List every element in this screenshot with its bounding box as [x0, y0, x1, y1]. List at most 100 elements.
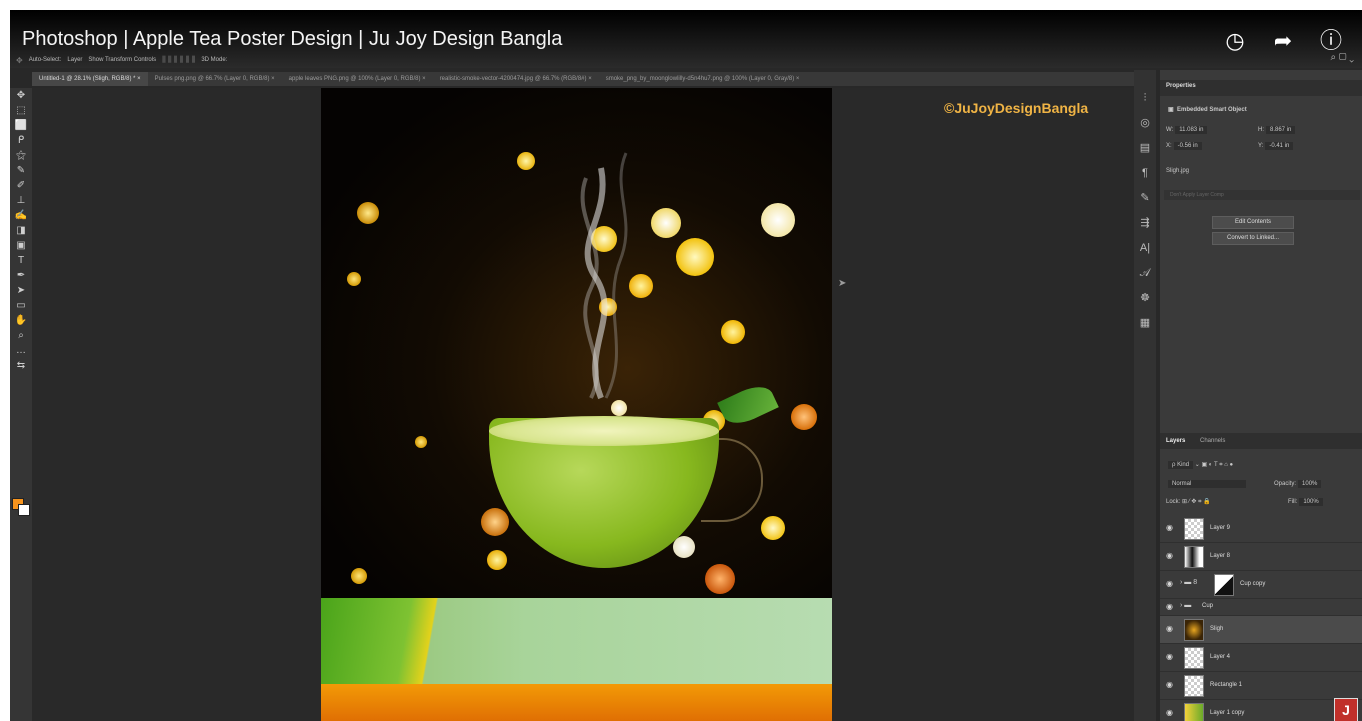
bokeh-light [651, 208, 681, 238]
adjustments-icon[interactable]: ⇶ [1140, 213, 1149, 233]
layer-row[interactable]: ◉ Layer 8 [1160, 543, 1362, 571]
move-icon[interactable]: ✥ [10, 88, 32, 103]
character-icon[interactable]: A| [1140, 238, 1150, 258]
3d-mode-label: 3D Mode: [201, 57, 228, 63]
background-color[interactable] [18, 504, 30, 516]
bokeh-light [673, 536, 695, 558]
clock-icon[interactable]: ◷ [1222, 28, 1248, 54]
marquee-icon[interactable]: ⬜ [10, 118, 32, 133]
align-icons[interactable]: ⫼ ⫼ ⫼ ⫼ ⫼ ⫼ [162, 55, 195, 65]
glyphs-icon[interactable]: 𝒜 [1140, 263, 1150, 283]
tab-realistic-smoke[interactable]: realistic-smoke-vector-4200474.jpg @ 66.… [433, 72, 599, 86]
layers-tabs: Layers Channels [1160, 433, 1362, 449]
width-field[interactable]: W: 11.083 in [1166, 126, 1208, 134]
tab-channels[interactable]: Channels [1200, 438, 1225, 444]
close-icon[interactable]: × [137, 76, 141, 82]
zoom-icon[interactable]: ⌕ [10, 328, 32, 343]
properties-tab[interactable]: Properties [1160, 80, 1362, 96]
rectangle-icon[interactable]: ▭ [10, 298, 32, 313]
workspace-icons[interactable]: ⌕ ▢ ⌄ [1331, 52, 1355, 63]
fill-field[interactable]: Fill: 100% [1288, 498, 1323, 506]
opacity-field[interactable]: Opacity: 100% [1274, 480, 1322, 488]
magic-wand-icon[interactable]: ⚝ [10, 148, 32, 163]
layer-thumbnail [1184, 703, 1204, 721]
eye-icon[interactable]: ◉ [1166, 652, 1173, 661]
layer-row-selected[interactable]: ◉ Sligh [1160, 616, 1362, 644]
swatches-icon[interactable]: ▤ [1140, 138, 1150, 158]
history-brush-icon[interactable]: ✍ [10, 208, 32, 223]
eye-icon[interactable]: ◉ [1166, 680, 1173, 689]
eye-icon[interactable]: ◉ [1166, 523, 1173, 532]
artboard-icon[interactable]: ⬚ [10, 103, 32, 118]
tab-smoke-png[interactable]: smoke_png_by_moonglowlilly-d5n4hu7.png @… [599, 72, 807, 86]
layer-comp-select[interactable]: Don't Apply Layer Comp [1164, 190, 1360, 200]
tab-pulses[interactable]: Pulses png.png @ 66.7% (Layer 0, RGB/8) … [148, 72, 282, 86]
type-icon[interactable]: T [10, 253, 32, 268]
filter-icons[interactable]: ⌄ ▣ ◐ T ⌗ ⌂ ● [1195, 462, 1233, 468]
auto-select-target[interactable]: Layer [67, 57, 82, 63]
height-field[interactable]: H: 8.867 in [1258, 126, 1296, 134]
path-select-icon[interactable]: ➤ [10, 283, 32, 298]
lock-options[interactable]: Lock: ⊞ ⁄ ✥ ⌗ 🔒 [1166, 498, 1211, 506]
layer-row[interactable]: ◉ › ▬ Cup [1160, 599, 1362, 616]
x-field[interactable]: X: -0.56 in [1166, 142, 1202, 150]
share-icon[interactable]: ➦ [1270, 28, 1296, 54]
eye-icon[interactable]: ◉ [1166, 579, 1173, 588]
close-icon[interactable]: × [796, 76, 800, 82]
eye-icon[interactable]: ◉ [1166, 551, 1173, 560]
hand-icon[interactable]: ✋ [10, 313, 32, 328]
info-icon[interactable]: ⓘ [1318, 28, 1344, 54]
layer-row[interactable]: ◉ › ▬ 8 Cup copy [1160, 571, 1362, 599]
more-tools-icon[interactable]: … [10, 343, 32, 358]
eye-icon[interactable]: ◉ [1166, 708, 1173, 717]
color-wheel-icon[interactable]: ◎ [1140, 113, 1150, 133]
layer-row[interactable]: ◉ Layer 1 copy [1160, 700, 1362, 721]
bokeh-light [517, 152, 535, 170]
history-icon[interactable]: ⫶ [1144, 88, 1147, 108]
video-frame: Photoshop | Apple Tea Poster Design | Ju… [10, 10, 1362, 721]
tools-panel: ✥ ⬚ ⬜ ᑭ ⚝ ✎ ✐ ⊥ ✍ ◨ ▣ T ✒ ➤ ▭ ✋ ⌕ … ⇆ [10, 88, 32, 721]
bokeh-light [791, 404, 817, 430]
gradient-icon[interactable]: ▣ [10, 238, 32, 253]
paragraph-icon[interactable]: ¶ [1142, 163, 1148, 183]
tab-layers[interactable]: Layers [1166, 438, 1185, 444]
options-bar: ✥ Auto-Select: Layer Show Transform Cont… [10, 52, 1362, 68]
layer-filter[interactable]: ρ Kind ⌄ ▣ ◐ T ⌗ ⌂ ● [1166, 461, 1233, 469]
lasso-icon[interactable]: ᑭ [10, 133, 32, 148]
folder-icon[interactable]: › ▬ 8 [1180, 579, 1197, 586]
channel-logo[interactable]: J [1334, 698, 1358, 721]
layer-row[interactable]: ◉ Layer 9 [1160, 515, 1362, 543]
eraser-icon[interactable]: ◨ [10, 223, 32, 238]
video-title[interactable]: Photoshop | Apple Tea Poster Design | Ju… [22, 28, 562, 51]
move-tool-icon[interactable]: ✥ [16, 56, 23, 65]
brush-icon[interactable]: ✐ [10, 178, 32, 193]
edit-contents-button[interactable]: Edit Contents [1212, 216, 1294, 229]
grid-icon[interactable]: ▦ [1140, 313, 1150, 333]
close-icon[interactable]: × [271, 76, 275, 82]
layer-row[interactable]: ◉ Rectangle 1 [1160, 672, 1362, 700]
tab-apple-leaves[interactable]: apple leaves PNG.png @ 100% (Layer 0, RG… [282, 72, 433, 86]
3d-icon[interactable]: ☸ [1140, 288, 1150, 308]
bokeh-light [351, 568, 367, 584]
y-field[interactable]: Y: -0.41 in [1258, 142, 1294, 150]
show-transform-controls[interactable]: Show Transform Controls [88, 57, 156, 63]
layer-thumbnail [1184, 647, 1204, 669]
auto-select-checkbox[interactable]: Auto-Select: [29, 57, 62, 63]
blend-mode-select[interactable]: Normal [1166, 480, 1246, 488]
layer-row[interactable]: ◉ Layer 4 [1160, 644, 1362, 672]
close-icon[interactable]: × [588, 76, 592, 82]
folder-icon[interactable]: › ▬ [1180, 602, 1191, 609]
eye-icon[interactable]: ◉ [1166, 624, 1173, 633]
swap-colors-icon[interactable]: ⇆ [10, 358, 32, 373]
pen-icon[interactable]: ✒ [10, 268, 32, 283]
convert-to-linked-button[interactable]: Convert to Linked... [1212, 232, 1294, 245]
document-canvas[interactable] [321, 88, 832, 721]
bokeh-light [487, 550, 507, 570]
eye-icon[interactable]: ◉ [1166, 602, 1173, 611]
close-icon[interactable]: × [422, 76, 426, 82]
right-panel: Properties ▣ Embedded Smart Object W: 11.… [1160, 70, 1362, 721]
stamp-icon[interactable]: ⊥ [10, 193, 32, 208]
eyedropper-icon[interactable]: ✎ [10, 163, 32, 178]
tab-untitled-1[interactable]: Untitled-1 @ 28.1% (Sligh, RGB/8) * × [32, 72, 148, 86]
brush-settings-icon[interactable]: ✎ [1140, 188, 1149, 208]
